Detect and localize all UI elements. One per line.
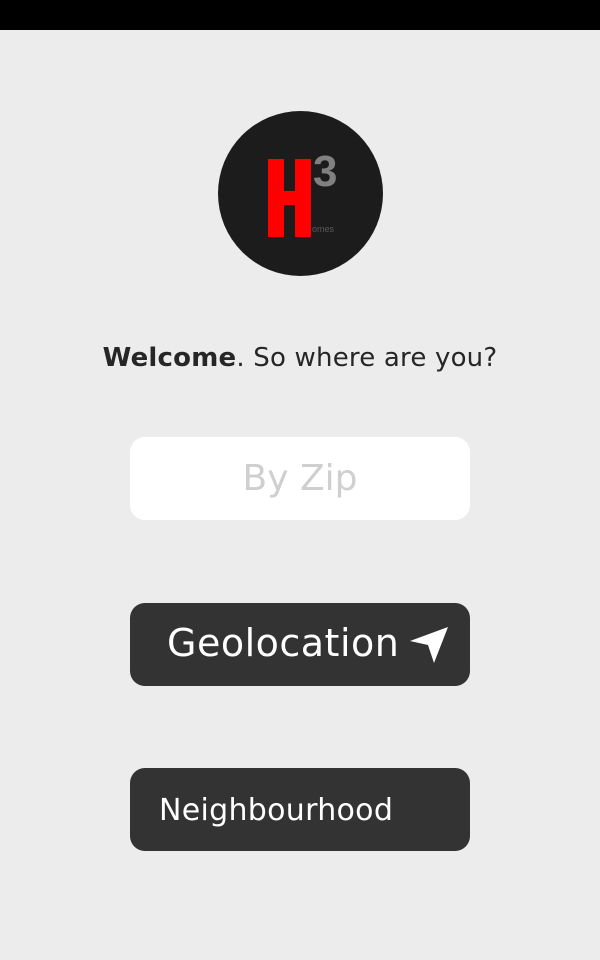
navigation-arrow-icon [410,627,448,663]
status-bar [0,0,600,30]
zip-input[interactable] [130,437,470,520]
geolocation-button[interactable]: Geolocation [130,603,470,686]
geolocation-label: Geolocation [167,621,400,665]
neighbourhood-label: Neighbourhood [159,793,394,828]
logo-mark-icon: 3 omes [268,147,337,237]
app-logo: 3 omes [218,111,383,276]
logo-superscript: 3 [313,147,337,196]
welcome-question: . So where are you? [236,343,498,373]
welcome-message: Welcome. So where are you? [0,343,600,373]
welcome-bold: Welcome [102,343,237,373]
neighbourhood-button[interactable]: Neighbourhood [130,768,470,851]
logo-subtext: omes [312,224,335,234]
